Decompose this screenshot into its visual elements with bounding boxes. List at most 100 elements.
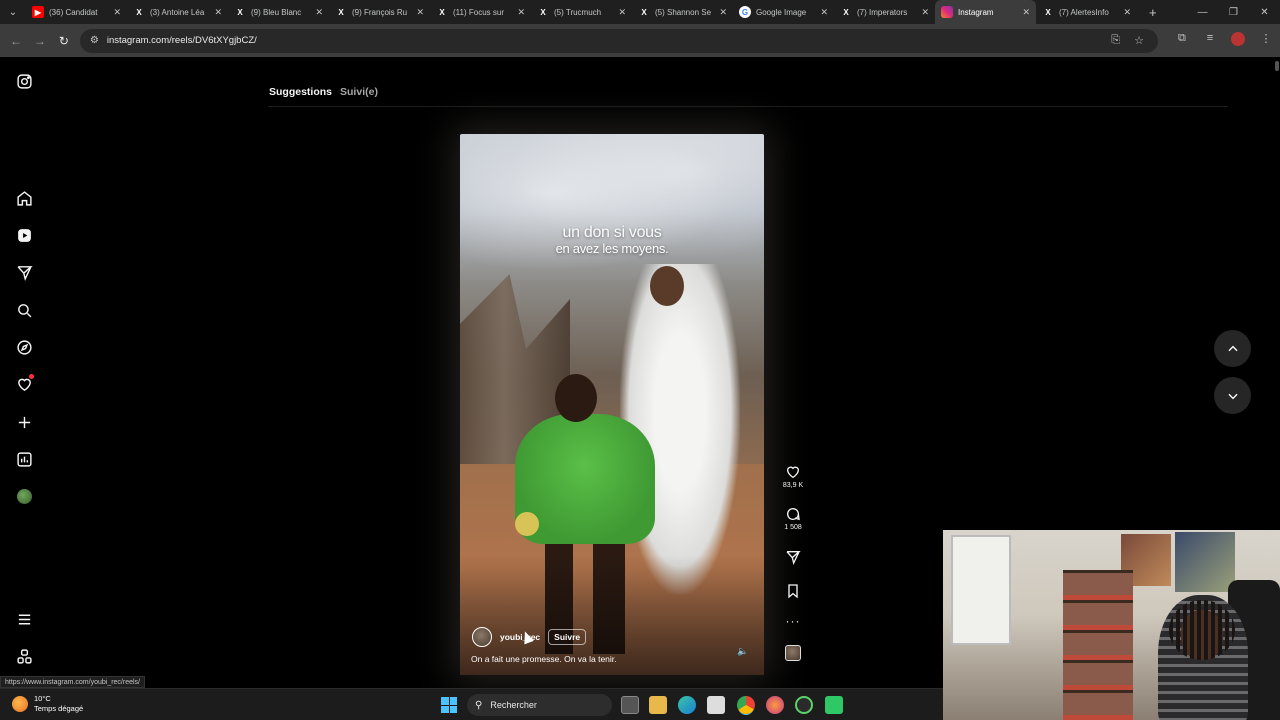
restore-icon[interactable]: ❐: [1218, 7, 1249, 18]
overlay-line-2: en avez les moyens.: [555, 241, 669, 256]
browser-menu-icon[interactable]: ⋮: [1252, 32, 1280, 49]
tab-close-icon[interactable]: ✕: [113, 7, 121, 18]
comment-icon[interactable]: [785, 506, 801, 522]
home-icon[interactable]: [14, 188, 34, 208]
reel-video[interactable]: un don si vous en avez les moyens. youbi…: [460, 134, 764, 675]
instagram-logo-icon[interactable]: [14, 71, 34, 91]
start-button[interactable]: [441, 697, 457, 713]
task-view-icon[interactable]: [621, 696, 639, 714]
tab-close-icon[interactable]: ✕: [517, 7, 525, 18]
address-bar[interactable]: ⚙ instagram.com/reels/DV6tXYgjbCZ/ ⎘ ☆: [79, 28, 1158, 53]
next-reel-button[interactable]: [1214, 377, 1251, 414]
notification-dot: [29, 374, 34, 379]
tab-close-icon[interactable]: ✕: [214, 7, 222, 18]
tab-close-icon[interactable]: ✕: [1022, 7, 1030, 18]
new-tab-button[interactable]: +: [1149, 5, 1157, 20]
like-action: 83,9 K: [780, 464, 806, 489]
browser-tab[interactable]: X (5) Shannon Se ✕: [632, 0, 733, 24]
webcam-poster-2: [1175, 532, 1235, 592]
search-icon[interactable]: [14, 300, 34, 320]
feed-divider: [268, 106, 1228, 107]
edge-icon[interactable]: [678, 696, 696, 714]
browser-tab[interactable]: X (9) Bleu Blanc ✕: [228, 0, 329, 24]
taskbar-search-placeholder: Rechercher: [490, 700, 537, 710]
app-icon-2[interactable]: [825, 696, 843, 714]
window-controls: — ❐ ✕: [1187, 0, 1280, 24]
file-explorer-icon[interactable]: [649, 696, 667, 714]
sound-toggle-icon[interactable]: 🔈: [737, 646, 748, 657]
store-icon[interactable]: [707, 696, 725, 714]
notifications-heart-icon[interactable]: [14, 374, 34, 394]
browser-tab[interactable]: X (9) François Ru ✕: [329, 0, 430, 24]
app-icon-1[interactable]: [795, 696, 813, 714]
tab-close-icon[interactable]: ✕: [719, 7, 727, 18]
scrollbar-thumb[interactable]: [1275, 61, 1279, 71]
reel-actions: 83,9 K 1 508 ···: [780, 464, 806, 661]
profile-avatar-icon[interactable]: [17, 489, 32, 504]
webcam-overlay: [943, 530, 1280, 720]
search-icon: ⚲: [475, 699, 483, 711]
also-from-meta-icon[interactable]: [14, 646, 34, 666]
weather-widget[interactable]: 10°C Temps dégagé: [12, 694, 83, 714]
audio-thumbnail[interactable]: [785, 645, 801, 661]
tab-search-chevron-icon[interactable]: ⌄: [0, 0, 26, 24]
browser-tab[interactable]: X (5) Trucmuch ✕: [531, 0, 632, 24]
browser-tab[interactable]: X (7) AlertesInfo ✕: [1036, 0, 1137, 24]
x-icon: X: [540, 7, 546, 17]
create-plus-icon[interactable]: [14, 412, 34, 432]
reload-icon[interactable]: ↻: [52, 34, 76, 48]
author-avatar[interactable]: [472, 627, 492, 647]
like-count: 83,9 K: [782, 482, 804, 489]
messages-icon[interactable]: [14, 262, 34, 282]
follow-button[interactable]: Suivre: [548, 629, 587, 645]
x-icon: X: [237, 7, 243, 17]
chevron-down-icon: [1227, 393, 1238, 399]
browser-tab[interactable]: ▶ (36) Candidat ✕: [26, 0, 127, 24]
like-heart-icon[interactable]: [785, 464, 801, 480]
tab-close-icon[interactable]: ✕: [618, 7, 626, 18]
insights-icon[interactable]: [14, 449, 34, 469]
browser-tab[interactable]: Instagram ✕: [935, 0, 1036, 24]
close-window-icon[interactable]: ✕: [1249, 7, 1280, 18]
tab-following[interactable]: Suivi(e): [340, 86, 378, 98]
share-icon[interactable]: [785, 549, 801, 565]
forward-icon[interactable]: →: [28, 34, 52, 48]
install-app-icon[interactable]: ⎘: [1111, 34, 1120, 47]
tab-title: (7) Imperators: [857, 7, 908, 17]
x-icon: X: [843, 7, 849, 17]
back-icon[interactable]: ←: [4, 34, 28, 48]
instagram-icon: [941, 6, 953, 18]
tab-close-icon[interactable]: ✕: [921, 7, 929, 18]
tab-close-icon[interactable]: ✕: [1123, 7, 1131, 18]
weather-temperature: 10°C: [34, 694, 51, 703]
chrome-icon[interactable]: [737, 696, 755, 714]
tab-title: (5) Shannon Se: [655, 7, 712, 17]
tab-close-icon[interactable]: ✕: [416, 7, 424, 18]
browser-tab[interactable]: X (11) Focus sur ✕: [430, 0, 531, 24]
bookmark-icon[interactable]: [785, 583, 801, 599]
previous-reel-button[interactable]: [1214, 330, 1251, 367]
tab-close-icon[interactable]: ✕: [820, 7, 828, 18]
tab-suggestions[interactable]: Suggestions: [269, 86, 332, 98]
tab-close-icon[interactable]: ✕: [315, 7, 323, 18]
site-info-icon[interactable]: ⚙: [90, 35, 99, 46]
taskbar-search[interactable]: ⚲ Rechercher: [467, 694, 612, 716]
weather-text: 10°C Temps dégagé: [34, 694, 83, 714]
more-options-icon[interactable]: ···: [780, 615, 806, 627]
browser-tab[interactable]: X (3) Antoine Léa ✕: [127, 0, 228, 24]
minimize-icon[interactable]: —: [1187, 7, 1218, 18]
firefox-icon[interactable]: [766, 696, 784, 714]
browser-tab[interactable]: X (7) Imperators ✕: [834, 0, 935, 24]
browser-tab[interactable]: G Google Image ✕: [733, 0, 834, 24]
weather-icon: [12, 696, 28, 712]
explore-icon[interactable]: [14, 337, 34, 357]
profile-avatar[interactable]: [1224, 32, 1252, 49]
extensions-icon[interactable]: ⧉: [1168, 32, 1196, 49]
reels-icon[interactable]: [14, 225, 34, 245]
more-menu-icon[interactable]: [14, 609, 34, 629]
bookmark-star-icon[interactable]: ☆: [1134, 34, 1144, 47]
media-controls-icon[interactable]: ≡: [1196, 32, 1224, 49]
x-icon: X: [641, 7, 647, 17]
x-icon: X: [136, 7, 142, 17]
reel-description[interactable]: On a fait une promesse. On va la tenir.: [471, 654, 617, 664]
